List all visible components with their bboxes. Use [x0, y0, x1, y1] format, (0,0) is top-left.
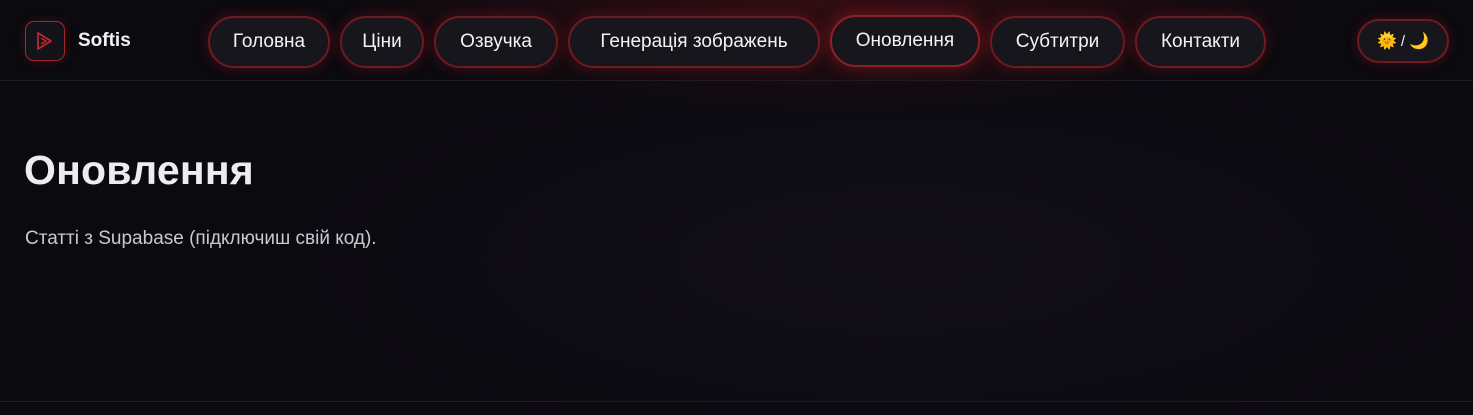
footer-divider	[0, 401, 1473, 402]
page: Softis Головна Ціни Озвучка Генерація зо…	[0, 0, 1473, 415]
nav-item-subtitles[interactable]: Субтитри	[990, 16, 1125, 68]
page-subtitle: Статті з Supabase (підключиш свій код).	[25, 228, 377, 249]
theme-separator: /	[1400, 32, 1406, 50]
nav-item-image-generation[interactable]: Генерація зображень	[568, 16, 820, 68]
page-title: Оновлення	[24, 147, 254, 193]
nav-item-home[interactable]: Головна	[208, 16, 330, 68]
nav-item-contacts[interactable]: Контакти	[1135, 16, 1266, 68]
nav-item-updates[interactable]: Оновлення	[830, 15, 980, 67]
top-navbar: Softis Головна Ціни Озвучка Генерація зо…	[0, 0, 1473, 81]
logo	[25, 21, 65, 61]
sun-icon: 🌞	[1376, 33, 1397, 50]
nav-item-pricing[interactable]: Ціни	[340, 16, 424, 68]
brand-link[interactable]: Softis	[25, 21, 131, 61]
theme-toggle-button[interactable]: 🌞 / 🌙	[1357, 19, 1449, 63]
moon-icon: 🌙	[1409, 33, 1429, 50]
play-icon	[37, 32, 52, 50]
brand-name: Softis	[78, 30, 131, 51]
nav-item-voiceover[interactable]: Озвучка	[434, 16, 558, 68]
